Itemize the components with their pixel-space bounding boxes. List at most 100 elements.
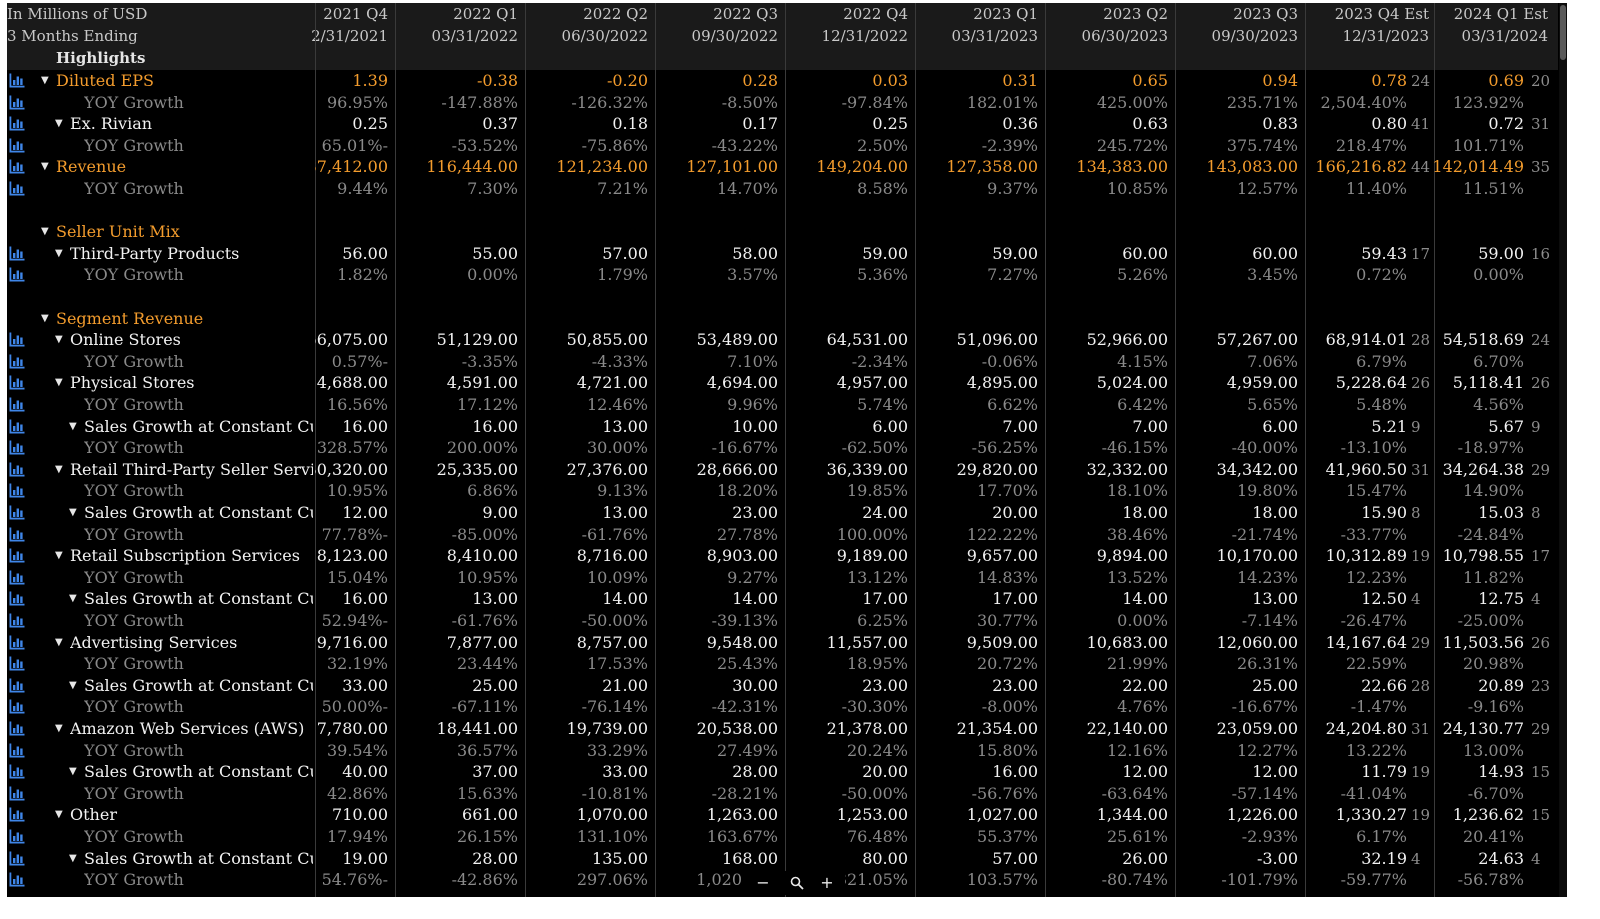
period-date-header[interactable]: 12/31/2022 xyxy=(783,25,908,47)
value-cell[interactable]: 60.00 xyxy=(1173,243,1298,265)
value-cell[interactable]: -52.94% xyxy=(315,610,388,632)
value-cell[interactable]: 7.30% xyxy=(393,178,518,200)
value-cell[interactable]: 12,060.00 xyxy=(1173,632,1298,654)
chart-icon[interactable] xyxy=(9,613,25,628)
value-cell[interactable]: 20.00 xyxy=(783,761,908,783)
table-row[interactable]: ▼ Seller Unit Mix xyxy=(7,221,1558,243)
value-cell[interactable]: 9.13% xyxy=(523,480,648,502)
chart-icon[interactable] xyxy=(9,375,25,390)
value-cell[interactable]: 32.19% xyxy=(315,653,388,675)
value-cell[interactable]: 375.74% xyxy=(1173,135,1298,157)
value-cell[interactable]: 121,234.00 xyxy=(523,156,648,178)
value-cell[interactable]: 11.40% xyxy=(1282,178,1407,200)
value-cell[interactable]: 11,557.00 xyxy=(783,632,908,654)
value-cell[interactable]: 25.00 xyxy=(1173,675,1298,697)
value-cell[interactable]: -57.14% xyxy=(1173,783,1298,805)
chart-icon[interactable] xyxy=(9,829,25,844)
value-cell[interactable]: 0.94 xyxy=(1173,70,1298,92)
value-cell[interactable]: 9,894.00 xyxy=(1043,545,1168,567)
value-cell[interactable]: 55.00 xyxy=(393,243,518,265)
value-cell[interactable]: -50.00% xyxy=(315,696,388,718)
table-row[interactable]: YOY Growth 39.54% 36.57% 33.29% 27.49% 20.24%… xyxy=(7,740,1558,762)
value-cell[interactable]: 8,757.00 xyxy=(523,632,648,654)
value-cell[interactable]: 4,959.00 xyxy=(1173,372,1298,394)
value-cell[interactable]: 6.00 xyxy=(1173,416,1298,438)
collapse-arrow-icon[interactable]: ▼ xyxy=(69,502,81,524)
value-cell[interactable]: 0.00% xyxy=(393,264,518,286)
value-cell[interactable]: 9.96% xyxy=(653,394,778,416)
chart-icon[interactable] xyxy=(9,678,25,693)
period-name-header[interactable]: 2022 Q3 xyxy=(653,3,778,25)
value-cell[interactable]: -56.76% xyxy=(913,783,1038,805)
value-cell[interactable]: -147.88% xyxy=(393,92,518,114)
value-cell[interactable]: 10.95% xyxy=(315,480,388,502)
value-cell[interactable]: 9,189.00 xyxy=(783,545,908,567)
value-cell[interactable]: 19.00 xyxy=(315,848,388,870)
value-cell[interactable]: -1.47% xyxy=(1282,696,1407,718)
value-cell[interactable]: 76.48% xyxy=(783,826,908,848)
value-cell[interactable]: 21.99% xyxy=(1043,653,1168,675)
chart-icon[interactable] xyxy=(9,570,25,585)
value-cell[interactable]: 16.00 xyxy=(315,588,388,610)
value-cell[interactable]: 39.54% xyxy=(315,740,388,762)
vertical-scrollbar[interactable] xyxy=(1559,3,1567,897)
period-name-header[interactable]: 2022 Q4 xyxy=(783,3,908,25)
value-cell[interactable]: 26.00 xyxy=(1043,848,1168,870)
value-cell[interactable]: 661.00 xyxy=(393,804,518,826)
table-row[interactable]: YOY Growth 328.57% 200.00% 30.00% -16.67% -62… xyxy=(7,437,1558,459)
value-cell[interactable]: -50.00% xyxy=(523,610,648,632)
collapse-arrow-icon[interactable]: ▼ xyxy=(69,675,81,697)
table-row[interactable]: ▼ Sales Growth at Constant Cu... 16.00 16.0… xyxy=(7,416,1558,438)
collapse-arrow-icon[interactable]: ▼ xyxy=(55,718,67,740)
value-cell[interactable]: 1,344.00 xyxy=(1043,804,1168,826)
value-cell[interactable]: -0.06% xyxy=(913,351,1038,373)
value-cell[interactable]: 68,914.01 xyxy=(1282,329,1407,351)
table-row[interactable]: ▼Revenue137,412.00116,444.00121,234.0012… xyxy=(7,156,1558,178)
value-cell[interactable]: 30.00 xyxy=(653,675,778,697)
value-cell[interactable]: 18.10% xyxy=(1043,480,1168,502)
table-row[interactable]: YOY Growth -77.78% -85.00% -61.76% 27.78% 100… xyxy=(7,524,1558,546)
value-cell[interactable]: 26.31% xyxy=(1173,653,1298,675)
value-cell[interactable]: 1,263.00 xyxy=(653,804,778,826)
value-cell[interactable]: -63.64% xyxy=(1043,783,1168,805)
value-cell[interactable]: 20.24% xyxy=(783,740,908,762)
value-cell[interactable]: 122.22% xyxy=(913,524,1038,546)
value-cell[interactable]: 0.25 xyxy=(315,113,388,135)
value-cell[interactable]: 40.00 xyxy=(315,761,388,783)
value-cell[interactable]: 57,267.00 xyxy=(1173,329,1298,351)
period-name-header[interactable]: 2023 Q4 Est xyxy=(1304,3,1429,25)
value-cell[interactable]: -3.35% xyxy=(393,351,518,373)
value-cell[interactable]: 1.79% xyxy=(523,264,648,286)
value-cell[interactable]: 96.95% xyxy=(315,92,388,114)
value-cell[interactable]: 36,339.00 xyxy=(783,459,908,481)
value-cell[interactable]: 328.57% xyxy=(315,437,388,459)
value-cell[interactable]: 18,441.00 xyxy=(393,718,518,740)
value-cell[interactable]: -28.21% xyxy=(653,783,778,805)
value-cell[interactable]: 200.00% xyxy=(393,437,518,459)
value-cell[interactable]: 13.00% xyxy=(1399,740,1524,762)
value-cell[interactable]: 17.53% xyxy=(523,653,648,675)
table-row[interactable]: ▼ Advertising Services 9,716.00 7,877.00 8,7… xyxy=(7,632,1558,654)
value-cell[interactable]: 32,332.00 xyxy=(1043,459,1168,481)
value-cell[interactable]: 28,666.00 xyxy=(653,459,778,481)
value-cell[interactable]: 14.00 xyxy=(653,588,778,610)
collapse-arrow-icon[interactable]: ▼ xyxy=(55,329,67,351)
value-cell[interactable]: 127,358.00 xyxy=(913,156,1038,178)
value-cell[interactable]: 19.80% xyxy=(1173,480,1298,502)
chart-icon[interactable] xyxy=(9,807,25,822)
table-row[interactable] xyxy=(7,286,1558,308)
value-cell[interactable]: 0.00% xyxy=(1399,264,1524,286)
value-cell[interactable]: 6.42% xyxy=(1043,394,1168,416)
value-cell[interactable]: 56,075.00 xyxy=(315,329,388,351)
value-cell[interactable]: 10.09% xyxy=(523,567,648,589)
value-cell[interactable]: 4,721.00 xyxy=(523,372,648,394)
chart-icon[interactable] xyxy=(9,872,25,887)
table-row[interactable]: YOY Growth 10.95% 6.86% 9.13% 18.20% 19.85% 17… xyxy=(7,480,1558,502)
value-cell[interactable]: 0.72% xyxy=(1282,264,1407,286)
value-cell[interactable]: 15.80% xyxy=(913,740,1038,762)
value-cell[interactable]: 33.00 xyxy=(315,675,388,697)
value-cell[interactable]: 12.57% xyxy=(1173,178,1298,200)
value-cell[interactable]: 19,739.00 xyxy=(523,718,648,740)
collapse-arrow-icon[interactable]: ▼ xyxy=(41,221,53,243)
value-cell[interactable]: 6.62% xyxy=(913,394,1038,416)
